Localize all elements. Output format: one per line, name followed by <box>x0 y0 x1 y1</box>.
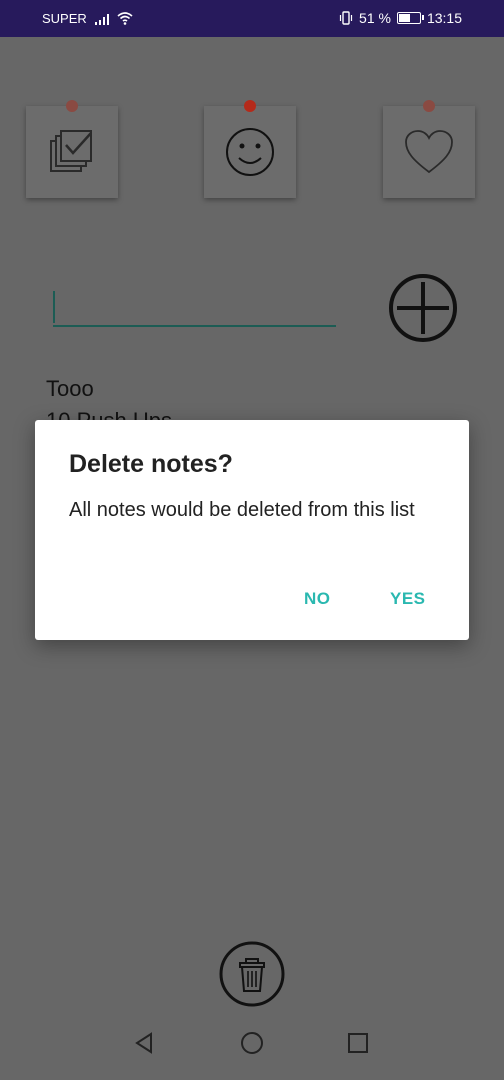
dialog-message: All notes would be deleted from this lis… <box>69 499 415 521</box>
trash-icon[interactable] <box>219 941 285 1007</box>
clock: 13:15 <box>426 10 462 26</box>
status-left: SUPER <box>42 11 133 26</box>
back-triangle-icon <box>135 1032 152 1054</box>
signal-icon <box>94 13 109 25</box>
status-bar: SUPER 51 % 13:15 <box>0 0 504 37</box>
recents-square-icon <box>348 1033 368 1053</box>
delete-notes-dialog: Delete notes? All notes would be deleted… <box>35 420 469 640</box>
tab-smiley[interactable] <box>204 100 296 198</box>
battery-percent: 51 % <box>359 10 391 26</box>
status-right: 51 % 13:15 <box>339 10 462 26</box>
recents-button[interactable] <box>341 1026 375 1060</box>
text-caret <box>53 291 55 323</box>
wifi-icon <box>117 12 133 25</box>
pin-icon <box>66 100 78 112</box>
vibrate-icon <box>339 11 353 25</box>
checklist-icon <box>50 130 92 172</box>
carrier-label: SUPER <box>42 11 87 26</box>
pin-icon <box>423 100 435 112</box>
home-button[interactable] <box>235 1026 269 1060</box>
dialog-title: Delete notes? <box>69 450 233 478</box>
tab-favorites[interactable] <box>383 100 475 198</box>
smiley-icon <box>226 128 274 176</box>
note-input[interactable] <box>53 287 336 327</box>
list-item[interactable]: Tooo <box>46 373 172 405</box>
home-circle-icon <box>241 1032 263 1054</box>
tab-checklist[interactable] <box>26 100 118 198</box>
no-button[interactable]: NO <box>304 589 331 609</box>
system-nav-bar <box>0 1008 504 1080</box>
yes-button[interactable]: YES <box>390 589 426 609</box>
battery-icon <box>396 12 424 24</box>
heart-icon <box>405 130 453 174</box>
pin-icon <box>244 100 256 112</box>
plus-circle-icon[interactable] <box>388 273 458 343</box>
back-button[interactable] <box>127 1026 161 1060</box>
